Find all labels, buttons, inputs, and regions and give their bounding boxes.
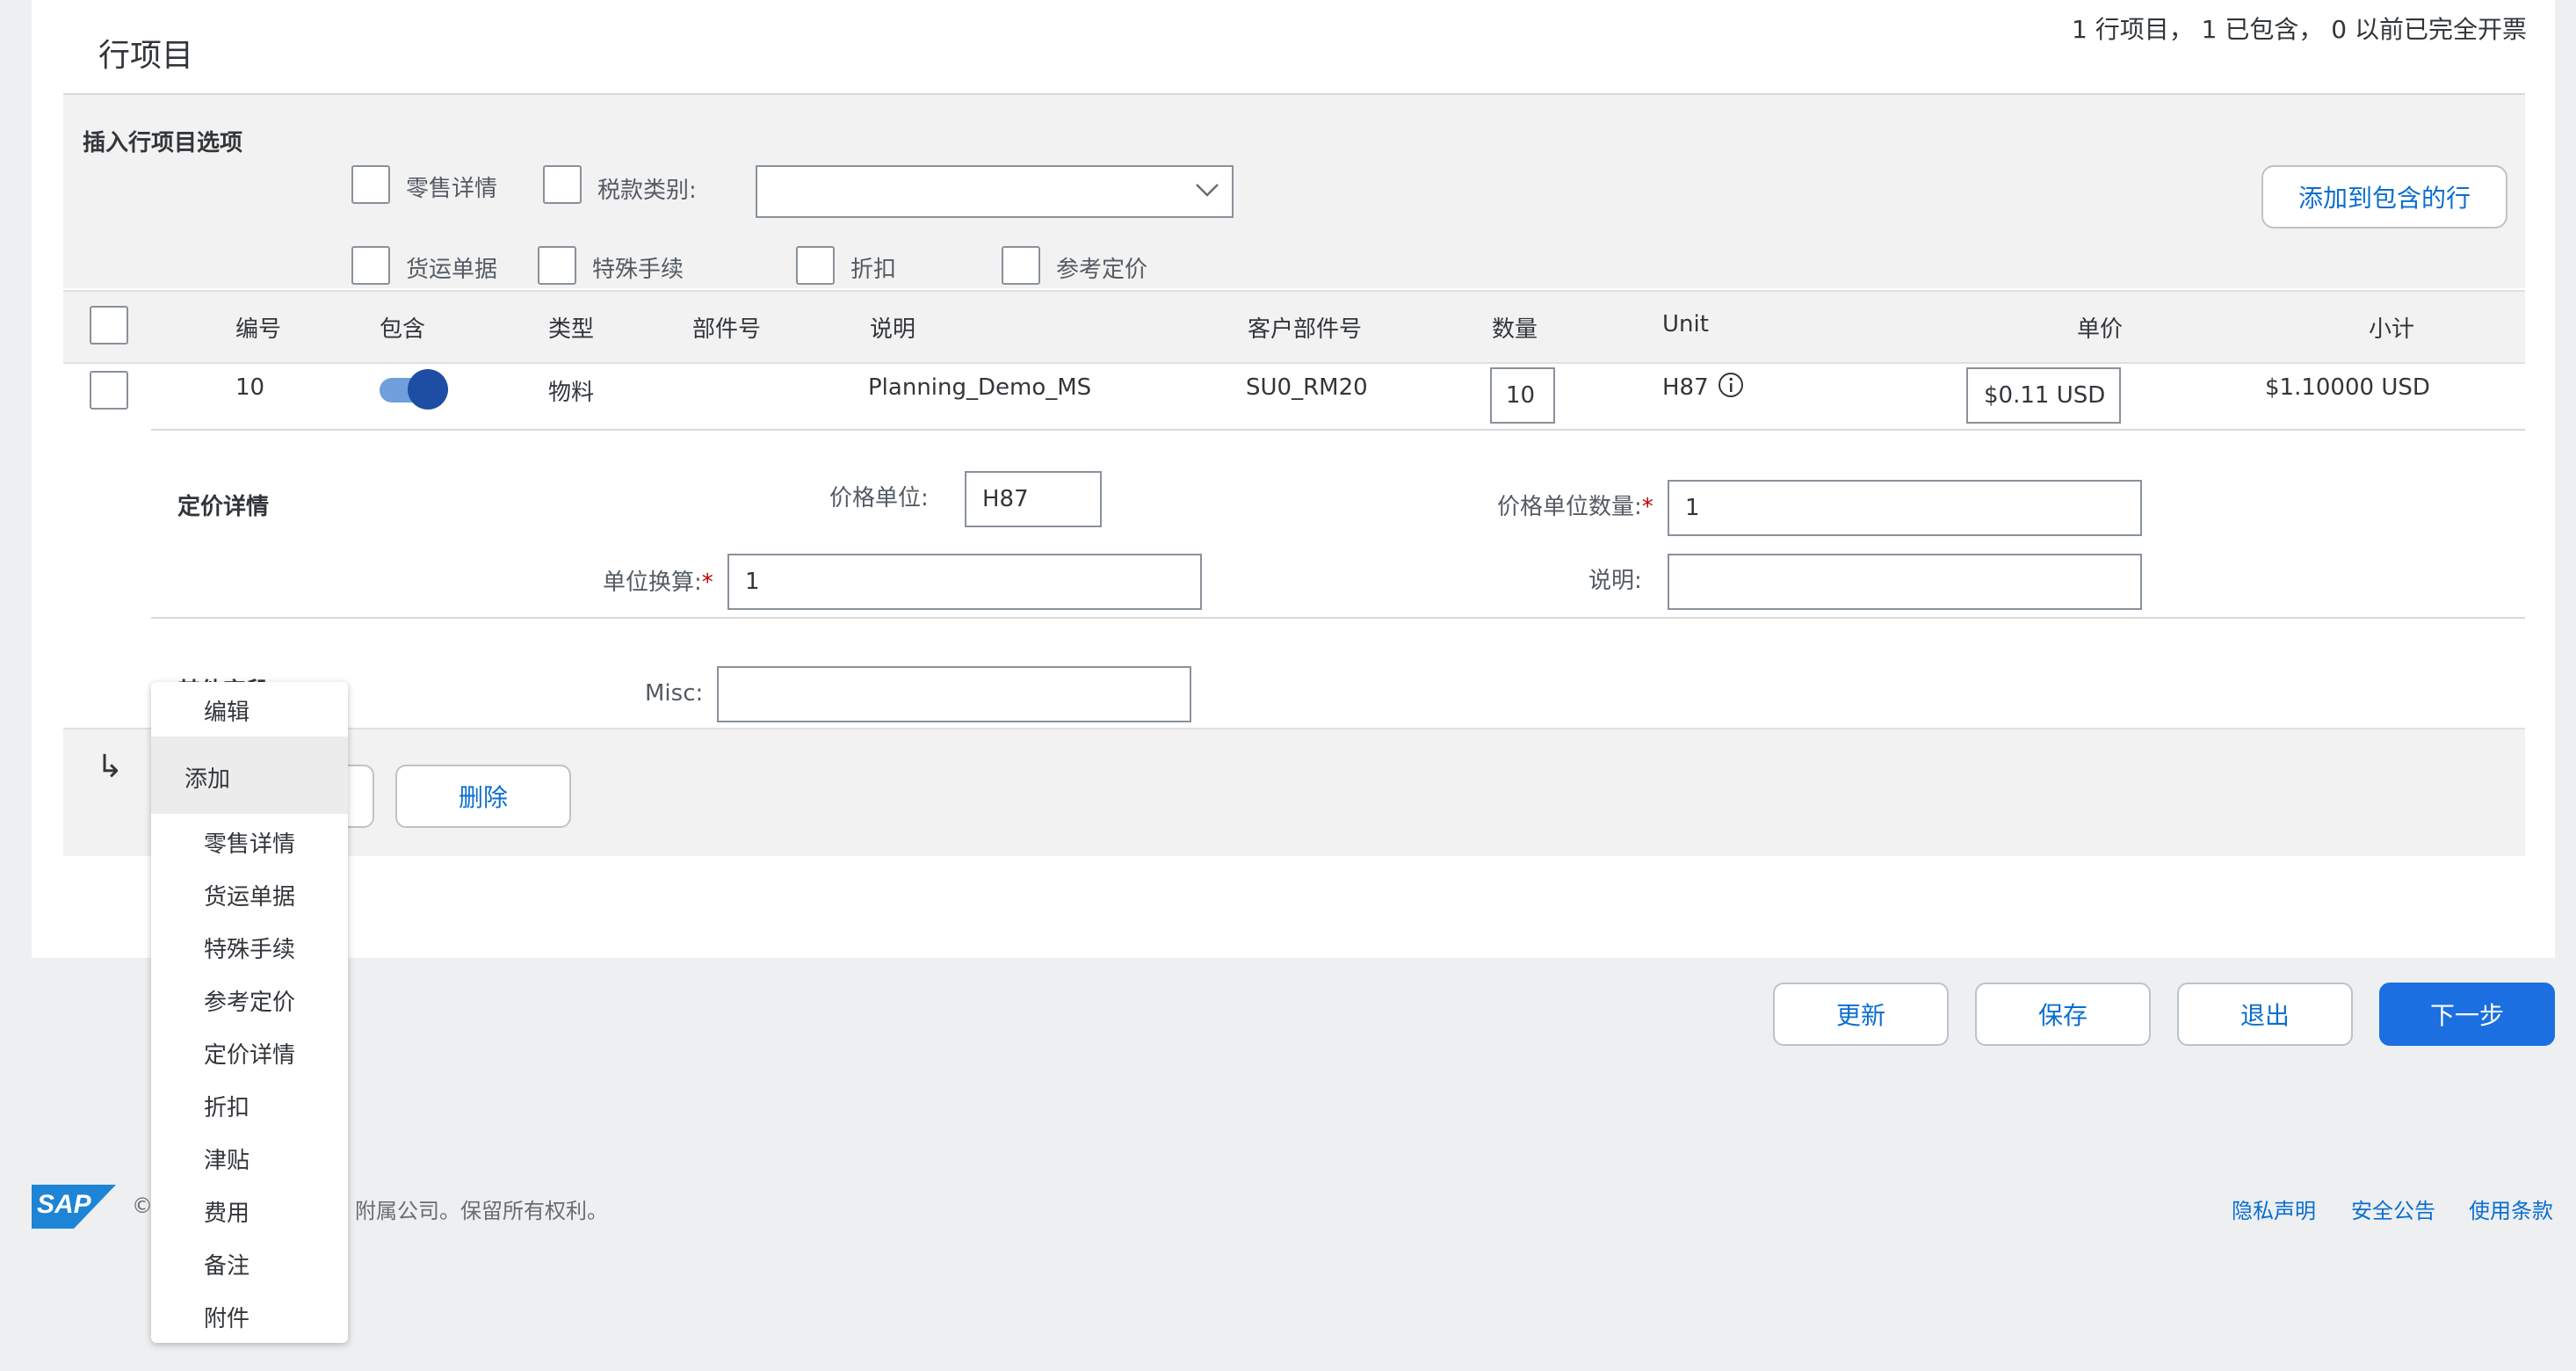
col-customer-part-no-header: 客户部件号 [1248, 316, 1363, 343]
section-title: 行项目 [98, 38, 194, 74]
retail-details-label: 零售详情 [406, 176, 498, 202]
tax-category-label: 税款类别: [597, 178, 697, 204]
actions-dropdown-menu: 编辑 添加 零售详情 货运单据 特殊手续 参考定价 定价详情 折扣 津贴 费用 … [151, 682, 348, 1343]
menu-item-charge[interactable]: 费用 [151, 1195, 348, 1228]
delete-button[interactable]: 删除 [395, 765, 571, 828]
price-unit-input[interactable]: H87 [965, 471, 1102, 527]
update-button[interactable]: 更新 [1773, 983, 1949, 1046]
description-input[interactable] [1668, 554, 2142, 610]
shipping-docs-checkbox[interactable] [351, 246, 390, 285]
reference-pricing-label: 参考定价 [1056, 257, 1148, 283]
row-quantity-input[interactable]: 10 [1490, 367, 1555, 424]
row-unit-price-input[interactable]: $0.11 USD [1966, 367, 2121, 424]
privacy-link[interactable]: 隐私声明 [2232, 1193, 2316, 1224]
row-customer-part-no: SU0_RM20 [1246, 374, 1368, 401]
unit-conversion-input[interactable]: 1 [727, 554, 1202, 610]
menu-item-special-handling[interactable]: 特殊手续 [151, 932, 348, 964]
line-items-summary: 1 行项目， 1 已包含， 0 以前已完全开票 [2072, 15, 2527, 44]
special-handling-checkbox[interactable] [538, 246, 576, 285]
tax-category-select[interactable] [756, 165, 1234, 218]
sap-logo[interactable]: SAP [32, 1185, 116, 1229]
col-unit-price-header: 单价 [2077, 316, 2124, 343]
row-number: 10 [235, 374, 265, 401]
row-select-checkbox[interactable] [90, 371, 128, 410]
discount-label: 折扣 [850, 257, 897, 283]
chevron-down-icon [1191, 174, 1223, 206]
insert-options-title: 插入行项目选项 [83, 130, 243, 156]
col-subtotal-header: 小计 [2369, 316, 2415, 343]
unit-conversion-label: 单位换算:* [603, 569, 713, 596]
retail-details-checkbox[interactable] [351, 165, 390, 204]
col-include-header: 包含 [380, 316, 426, 343]
menu-item-reference-pricing[interactable]: 参考定价 [151, 984, 348, 1017]
price-unit-label: 价格单位: [829, 485, 929, 511]
menu-item-attachments[interactable]: 附件 [151, 1301, 348, 1333]
col-unit-header: Unit [1662, 311, 1709, 337]
shipping-docs-label: 货运单据 [406, 257, 498, 283]
tax-category-checkbox[interactable] [543, 165, 582, 204]
sap-logo-text: SAP [37, 1190, 91, 1219]
menu-item-allowance[interactable]: 津贴 [151, 1142, 348, 1175]
add-to-included-button[interactable]: 添加到包含的行 [2261, 165, 2507, 228]
misc-label: Misc: [645, 680, 704, 707]
child-arrow-icon: ↳ [97, 749, 124, 785]
info-icon[interactable] [1717, 371, 1745, 399]
col-quantity-header: 数量 [1492, 316, 1538, 343]
row-divider [151, 429, 2525, 431]
copyright-symbol: © [132, 1193, 153, 1218]
row-description: Planning_Demo_MS [868, 374, 1092, 401]
select-all-checkbox[interactable] [90, 306, 128, 345]
col-description-header: 说明 [870, 316, 916, 343]
row-unit: H87 [1662, 374, 1709, 401]
next-button[interactable]: 下一步 [2379, 983, 2555, 1046]
col-number-header: 编号 [235, 316, 282, 343]
menu-item-pricing-details[interactable]: 定价详情 [151, 1037, 348, 1070]
discount-checkbox[interactable] [796, 246, 835, 285]
description-label: 说明: [1588, 568, 1642, 594]
row-type: 物料 [548, 380, 595, 406]
price-unit-qty-label: 价格单位数量:* [1497, 494, 1653, 520]
row-subtotal: $1.10000 USD [2265, 374, 2430, 401]
copyright-text: 附属公司。保留所有权利。 [355, 1199, 608, 1223]
include-toggle[interactable] [378, 369, 450, 410]
save-button[interactable]: 保存 [1975, 983, 2151, 1046]
pricing-details-title: 定价详情 [177, 494, 270, 520]
misc-input[interactable] [717, 666, 1191, 722]
pricing-divider [151, 617, 2525, 619]
menu-item-comments[interactable]: 备注 [151, 1248, 348, 1280]
col-type-header: 类型 [548, 316, 595, 343]
col-part-no-header: 部件号 [692, 316, 762, 343]
price-unit-qty-input[interactable]: 1 [1668, 480, 2142, 536]
menu-item-add[interactable]: 添加 [151, 736, 348, 814]
menu-item-retail-details[interactable]: 零售详情 [151, 826, 348, 859]
terms-link[interactable]: 使用条款 [2469, 1193, 2553, 1224]
menu-item-discount[interactable]: 折扣 [151, 1090, 348, 1122]
special-handling-label: 特殊手续 [592, 257, 684, 283]
menu-item-shipping-docs[interactable]: 货运单据 [151, 879, 348, 911]
security-link[interactable]: 安全公告 [2351, 1193, 2435, 1224]
menu-item-edit[interactable]: 编辑 [151, 694, 348, 727]
reference-pricing-checkbox[interactable] [1002, 246, 1040, 285]
exit-button[interactable]: 退出 [2177, 983, 2353, 1046]
